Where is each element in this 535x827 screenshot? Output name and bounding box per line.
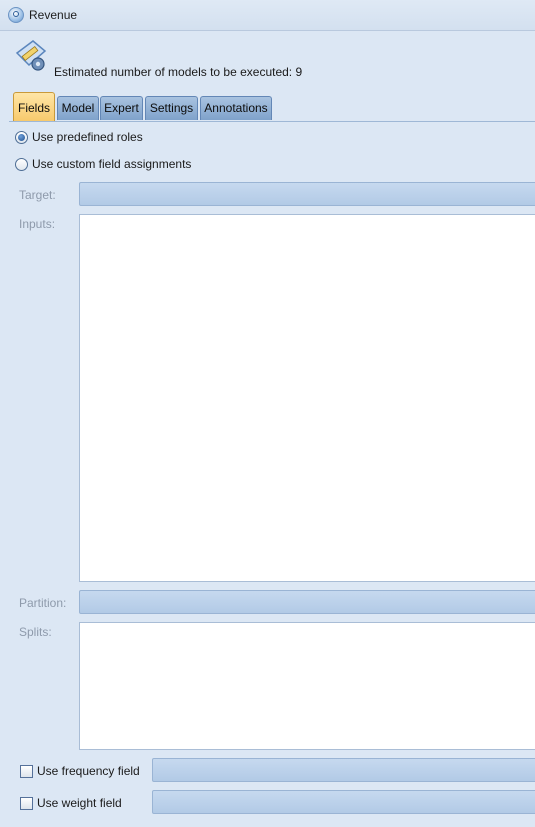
target-field[interactable] (79, 182, 535, 206)
tab-annotations[interactable]: Annotations (200, 96, 272, 120)
dialog-header (0, 31, 535, 91)
predefined-roles-option[interactable]: Use predefined roles (15, 130, 143, 144)
partition-field[interactable] (79, 590, 535, 614)
inputs-list[interactable] (79, 214, 535, 582)
tab-model[interactable]: Model (57, 96, 99, 120)
inputs-label: Inputs: (19, 217, 56, 231)
predefined-roles-label: Use predefined roles (32, 130, 143, 144)
weight-field-checkbox[interactable] (20, 796, 33, 810)
weight-field-label: Use weight field (37, 796, 122, 810)
custom-field-assignments-radio[interactable] (15, 157, 28, 171)
tab-settings[interactable]: Settings (145, 96, 198, 120)
modeling-node-icon (15, 40, 47, 71)
tab-fields[interactable]: Fields (13, 92, 55, 122)
custom-field-assignments-label: Use custom field assignments (32, 157, 192, 171)
frequency-field[interactable] (152, 758, 535, 782)
estimated-models-text: Estimated number of models to be execute… (54, 65, 303, 79)
splits-list[interactable] (79, 622, 535, 750)
window-title: Revenue (29, 8, 78, 22)
weight-field[interactable] (152, 790, 535, 814)
frequency-field-checkbox[interactable] (20, 764, 33, 778)
frequency-field-option[interactable]: Use frequency field (20, 764, 140, 778)
partition-label: Partition: (19, 596, 67, 610)
weight-field-option[interactable]: Use weight field (20, 796, 122, 810)
tab-expert[interactable]: Expert (100, 96, 143, 120)
target-label: Target: (19, 188, 56, 202)
predefined-roles-radio[interactable] (15, 130, 28, 144)
title-bar: Revenue (0, 0, 535, 31)
app-icon (8, 7, 24, 23)
splits-label: Splits: (19, 625, 52, 639)
custom-field-assignments-option[interactable]: Use custom field assignments (15, 157, 191, 171)
frequency-field-label: Use frequency field (37, 764, 140, 778)
